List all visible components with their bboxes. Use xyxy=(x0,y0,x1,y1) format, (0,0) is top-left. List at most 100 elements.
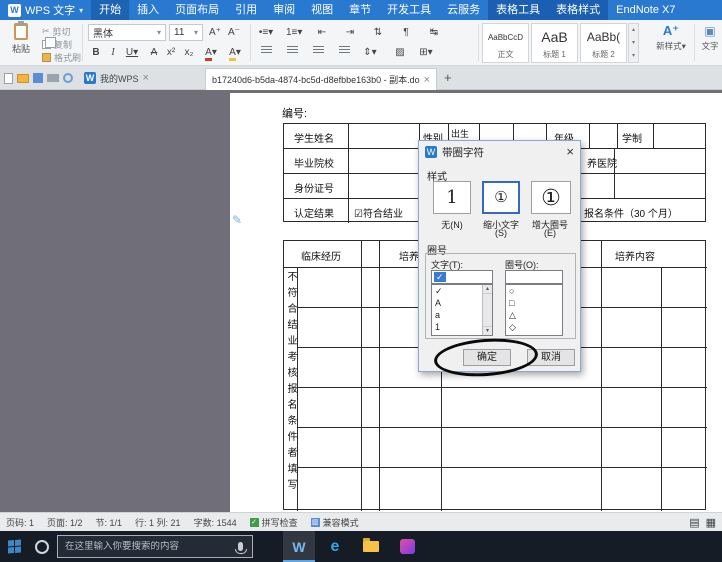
ribbon-tab-page-layout[interactable]: 页面布局 xyxy=(167,0,227,20)
font-size-select[interactable]: 11▾ xyxy=(169,24,203,41)
style-shrink-preview: ① xyxy=(494,189,507,206)
borders-button[interactable]: ⊞▾ xyxy=(418,45,434,61)
grow-font-button[interactable]: A⁺ xyxy=(207,25,223,41)
decrease-indent-button[interactable]: ⇤ xyxy=(314,25,330,41)
circle-listbox[interactable]: ○ □ △ ◇ xyxy=(505,284,563,336)
style-option-none[interactable]: 1 xyxy=(433,181,471,214)
close-icon[interactable]: × xyxy=(566,146,574,158)
ribbon-tab-cloud[interactable]: 云服务 xyxy=(439,0,488,20)
ribbon-tab-view[interactable]: 视图 xyxy=(303,0,341,20)
microphone-icon[interactable] xyxy=(238,542,243,551)
cancel-button[interactable]: 取消 xyxy=(527,349,575,366)
font-color-button[interactable]: A▾ xyxy=(201,45,221,61)
list-item[interactable]: ○ xyxy=(506,285,562,297)
strikethrough-button[interactable]: A xyxy=(146,45,162,61)
new-tab-button[interactable]: + xyxy=(444,70,452,86)
ribbon-tab-endnote[interactable]: EndNote X7 xyxy=(608,0,683,20)
taskbar-wps-icon[interactable]: W xyxy=(283,531,315,562)
paste-button[interactable]: 粘贴 xyxy=(5,23,37,55)
ribbon-tab-table-style[interactable]: 表格样式 xyxy=(548,0,608,20)
cortana-icon[interactable] xyxy=(35,540,49,554)
highlight-color-button[interactable]: A▾ xyxy=(225,45,245,61)
text-tool-button[interactable]: ▣ 文字 xyxy=(698,24,722,52)
taskbar-app-icon[interactable] xyxy=(391,531,423,562)
style-option-enlarge[interactable]: ① xyxy=(531,181,571,214)
spell-check-status[interactable]: ✓ 拼写检查 xyxy=(250,516,298,529)
scroll-down-icon[interactable]: ▾ xyxy=(483,326,492,335)
align-right-button[interactable] xyxy=(310,45,326,61)
bullet-list-button[interactable]: •≡▾ xyxy=(258,25,274,41)
paragraph-marks-button[interactable]: ¶ xyxy=(398,25,414,41)
taskbar-search[interactable] xyxy=(57,535,253,558)
line-spacing-button[interactable]: ⇕▾ xyxy=(362,45,378,61)
compat-mode-status[interactable]: ▥ 兼容模式 xyxy=(311,516,359,529)
list-item[interactable]: △ xyxy=(506,309,562,321)
listbox-scrollbar[interactable]: ▴ ▾ xyxy=(482,285,492,335)
align-left-button[interactable] xyxy=(258,45,274,61)
wps-menu-button[interactable]: W WPS 文字 ▾ xyxy=(0,0,91,20)
search-input[interactable] xyxy=(65,541,232,552)
web-view-icon[interactable]: ▦ xyxy=(706,516,716,529)
format-painter-button[interactable]: 格式刷 xyxy=(42,51,81,64)
close-icon[interactable]: × xyxy=(424,75,430,85)
ok-button[interactable]: 确定 xyxy=(463,349,511,366)
subscript-button[interactable]: x₂ xyxy=(181,45,197,61)
shrink-font-button[interactable]: A⁻ xyxy=(226,25,242,41)
ribbon-tab-home[interactable]: 开始 xyxy=(91,0,129,20)
ribbon-tab-table-tools[interactable]: 表格工具 xyxy=(488,0,548,20)
increase-indent-button[interactable]: ⇥ xyxy=(342,25,358,41)
align-center-button[interactable] xyxy=(284,45,300,61)
insert-helper-icon[interactable]: ✎ xyxy=(232,213,242,227)
style-option-shrink[interactable]: ① xyxy=(482,181,520,214)
circled-text-input[interactable]: ✓ xyxy=(431,270,493,284)
table-line xyxy=(601,241,602,511)
ribbon-tab-review[interactable]: 审阅 xyxy=(265,0,303,20)
ribbon-tab-developer[interactable]: 开发工具 xyxy=(379,0,439,20)
print-icon[interactable] xyxy=(47,74,59,82)
style-gallery-scrollbar[interactable]: ▴▾▾ xyxy=(628,23,639,63)
italic-button[interactable]: I xyxy=(105,45,121,61)
format-painter-icon xyxy=(42,53,51,62)
scroll-up-icon[interactable]: ▴ xyxy=(483,285,492,294)
wps-home-tab[interactable]: W 我的WPS × xyxy=(78,66,155,90)
text-listbox[interactable]: ✓ A a 1 ▴ ▾ xyxy=(431,284,493,336)
style-normal[interactable]: AaBbCcD 正文 xyxy=(482,23,529,63)
justify-button[interactable] xyxy=(336,45,352,61)
open-folder-icon[interactable] xyxy=(17,74,29,83)
superscript-button[interactable]: x² xyxy=(163,45,179,61)
table-line xyxy=(361,241,362,511)
view-mode-buttons: ▤ ▦ xyxy=(689,516,716,529)
list-item[interactable]: □ xyxy=(506,297,562,309)
sort-button[interactable]: ⇅ xyxy=(370,25,386,41)
print-preview-icon[interactable] xyxy=(63,73,73,83)
ribbon-tab-references[interactable]: 引用 xyxy=(227,0,265,20)
font-family-select[interactable]: 黑体▾ xyxy=(88,24,166,41)
start-button[interactable] xyxy=(8,540,21,554)
numbered-list-button[interactable]: 1≡▾ xyxy=(286,25,302,41)
shading-button[interactable]: ▨ xyxy=(392,45,408,61)
ribbon-tab-section[interactable]: 章节 xyxy=(341,0,379,20)
wps-window: W WPS 文字 ▾ 开始 插入 页面布局 引用 审阅 视图 章节 开发工具 云… xyxy=(0,0,722,562)
circle-shape-input[interactable] xyxy=(505,270,563,284)
close-icon[interactable]: × xyxy=(143,73,149,83)
dialog-titlebar[interactable]: W 带圈字符 × xyxy=(419,141,580,163)
table-line xyxy=(297,267,298,511)
app-tile-icon xyxy=(400,539,415,554)
page-view-icon[interactable]: ▤ xyxy=(689,516,699,529)
style-heading2[interactable]: AaBb( 标题 2 xyxy=(580,23,627,63)
text-direction-button[interactable]: ↹ xyxy=(426,25,442,41)
save-icon[interactable] xyxy=(33,73,43,83)
style-heading1[interactable]: AaB 标题 1 xyxy=(531,23,578,63)
ribbon-tab-insert[interactable]: 插入 xyxy=(129,0,167,20)
taskbar: W e xyxy=(0,531,722,562)
bold-button[interactable]: B xyxy=(88,45,104,61)
taskbar-edge-icon[interactable]: e xyxy=(319,531,351,562)
new-style-button[interactable]: A⁺ 新样式▾ xyxy=(650,24,692,52)
underline-button[interactable]: U▾ xyxy=(122,45,142,61)
copy-button[interactable]: 复制 xyxy=(42,38,72,51)
new-document-icon[interactable] xyxy=(4,73,13,84)
document-tab-active[interactable]: b17240d6-b5da-4874-bc5d-d8efbbe163b0 - 副… xyxy=(205,68,437,90)
list-item[interactable]: ◇ xyxy=(506,321,562,333)
taskbar-explorer-icon[interactable] xyxy=(355,531,387,562)
status-word-count[interactable]: 字数: 1544 xyxy=(194,516,237,529)
